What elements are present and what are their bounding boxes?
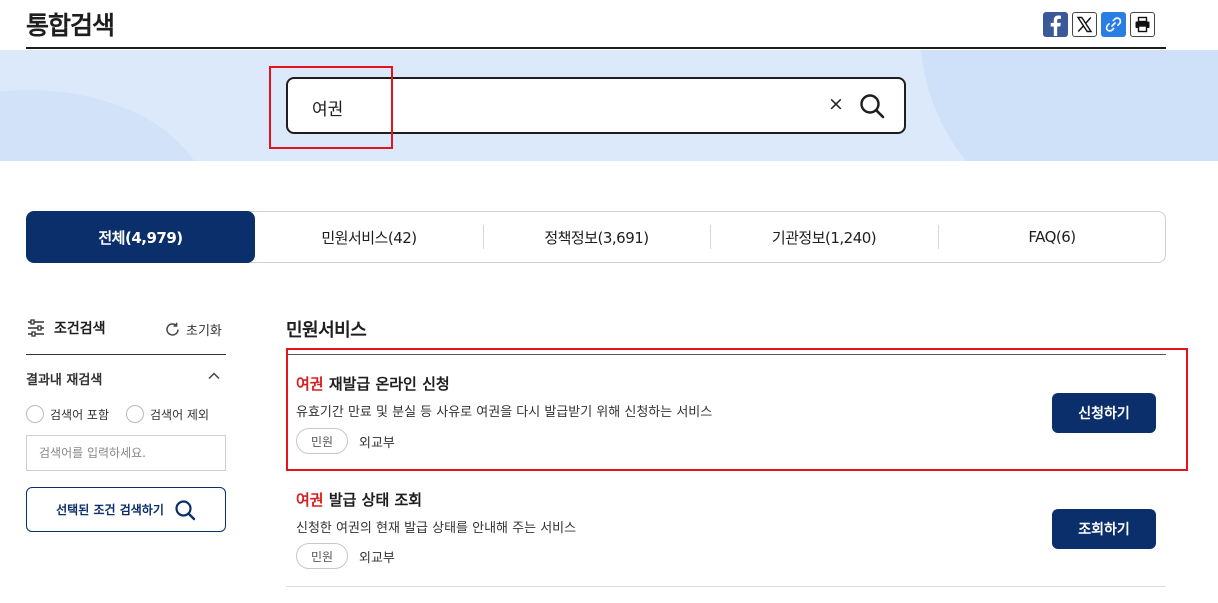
radio-exclude-keyword[interactable]: 검색어 제외	[126, 405, 209, 423]
reset-button[interactable]: 초기화	[164, 320, 222, 339]
search-selected-conditions-label: 선택된 조건 검색하기	[56, 503, 164, 517]
sidebar-divider	[26, 354, 226, 355]
highlight-result-box	[286, 348, 1188, 471]
refine-search-title: 결과내 재검색	[26, 373, 103, 388]
print-button[interactable]	[1130, 12, 1155, 37]
tab-faq[interactable]: FAQ(6)	[938, 212, 1166, 262]
x-icon	[1076, 16, 1093, 33]
radio-circle[interactable]	[126, 405, 144, 423]
search-selected-conditions-button[interactable]: 선택된 조건 검색하기	[26, 487, 226, 532]
condition-search-heading: 조건검색	[26, 318, 106, 338]
clear-search-button[interactable]: ×	[828, 93, 844, 115]
link-icon	[1105, 17, 1122, 32]
check-status-button[interactable]: 조회하기	[1052, 509, 1156, 549]
agency-name: 외교부	[359, 551, 395, 566]
chevron-up-icon[interactable]	[206, 368, 222, 384]
tab-all[interactable]: 전체(4,979)	[26, 211, 255, 263]
radio-include-keyword[interactable]: 검색어 포함	[26, 405, 109, 423]
facebook-icon	[1050, 15, 1061, 36]
filter-sliders-icon	[28, 319, 44, 337]
result-description: 신청한 여권의 현재 발급 상태를 안내해 주는 서비스	[296, 521, 577, 536]
result-tabs: 전체(4,979) 민원서비스(42) 정책정보(3,691) 기관정보(1,2…	[26, 211, 1166, 263]
refresh-icon	[166, 322, 179, 336]
print-icon	[1135, 16, 1150, 33]
result-divider	[286, 586, 1166, 587]
highlight-search-term-box	[269, 66, 393, 149]
title-divider	[26, 47, 1166, 49]
copy-link-button[interactable]	[1101, 12, 1126, 37]
radio-circle[interactable]	[26, 405, 44, 423]
radio-include-label: 검색어 포함	[50, 407, 110, 422]
x-share-button[interactable]	[1072, 12, 1097, 37]
facebook-share-button[interactable]	[1043, 12, 1068, 37]
search-icon	[175, 499, 196, 520]
section-title: 민원서비스	[286, 320, 367, 341]
result-keyword: 여권	[296, 491, 324, 509]
tab-civil-services[interactable]: 민원서비스(42)	[255, 212, 483, 262]
page-title: 통합검색	[26, 11, 115, 40]
reset-label: 초기화	[186, 324, 222, 339]
radio-exclude-label: 검색어 제외	[150, 407, 210, 422]
condition-search-label: 조건검색	[54, 321, 106, 337]
tab-policy-info[interactable]: 정책정보(3,691)	[483, 212, 710, 262]
tab-agency-info[interactable]: 기관정보(1,240)	[710, 212, 938, 262]
category-tag: 민원	[296, 543, 349, 569]
search-icon[interactable]	[858, 92, 886, 120]
result-title-link[interactable]: 여권 발급 상태 조회	[296, 489, 422, 510]
refine-search-input[interactable]	[26, 435, 226, 471]
result-title-text: 발급 상태 조회	[323, 491, 423, 509]
